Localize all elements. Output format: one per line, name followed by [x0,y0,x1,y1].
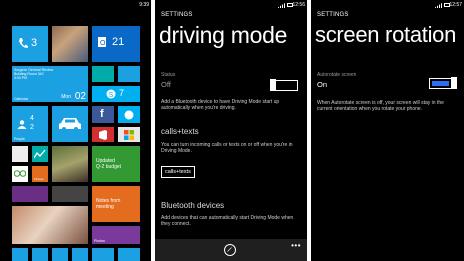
chart-icon [34,149,46,159]
tile-small-2[interactable] [118,66,140,82]
status-bar: 12:57 [311,0,464,10]
tile-small-1[interactable] [92,66,114,82]
signal-icon [434,3,442,8]
toggle-knob [270,79,276,91]
calendar-time: 3:00 PM [14,76,28,80]
tile-bottom-3[interactable] [52,248,68,261]
autorotate-toggle[interactable] [429,77,457,89]
toggle-knob [451,77,457,89]
tile-bottom-4[interactable] [72,248,88,261]
tile-photo-small[interactable] [52,186,88,202]
tile-photos[interactable]: Photos [92,226,140,244]
signal-icon [277,3,285,8]
status-time: 9:39 [139,2,149,8]
people-label: People [14,137,25,141]
tile-photo-group[interactable] [52,146,88,182]
skype-small-icon [124,110,134,120]
skype-count: 7 [119,88,125,98]
bluetooth-heading: Bluetooth devices [161,201,225,210]
notes-name: meeting [96,204,114,210]
car-icon [59,118,81,131]
tile-tripadvisor[interactable] [12,166,28,182]
autorotate-description: When Autorotate screen is off, your scre… [317,100,444,112]
svg-text:S: S [109,92,114,99]
toggle-fill [432,81,449,86]
tile-bottom-1[interactable] [12,248,28,261]
add-device-button[interactable] [224,244,236,256]
outlook-count: 21 [112,36,125,48]
calendar-label: Calendar [14,97,29,101]
autorotate-value: On [317,80,328,89]
driving-description: Add a Bluetooth device to have Driving M… [161,99,280,111]
tile-phone[interactable]: 3 [12,26,48,62]
calls-texts-button[interactable]: calls+texts [161,166,195,178]
tile-office[interactable] [92,127,114,142]
people-icon [17,120,27,129]
tile-people-photo[interactable] [52,26,88,62]
screen-rotation-screen: 12:57 SETTINGS screen rotation Autorotat… [311,0,464,261]
driving-mode-toggle[interactable] [270,79,298,91]
tile-outlook[interactable]: O 21 [92,26,140,62]
calendar-day: Mon [61,94,71,100]
tile-skype[interactable]: S 7 [92,86,140,102]
fitness-label: Fitness [34,177,44,181]
driving-mode-screen: 12:56 SETTINGS driving mode Status Off A… [155,0,307,261]
status-bar: 9:39 [0,0,151,10]
svg-text:O: O [100,40,106,47]
outlook-icon: O [98,37,106,47]
tile-car[interactable] [52,106,88,142]
bluetooth-description: Add devices that can automatically start… [161,215,294,227]
tile-messaging[interactable]: 4 2 People [12,106,48,142]
skype-icon: S [106,89,116,99]
settings-header: SETTINGS [317,12,349,18]
tile-stocks[interactable] [32,146,48,162]
compass-icon [227,247,232,252]
more-icon[interactable]: ••• [291,241,301,250]
store-icon [124,130,134,140]
settings-header: SETTINGS [161,12,193,18]
tile-bottom-6[interactable] [118,248,140,261]
photos-label: Photos [94,239,105,243]
calls-texts-heading: calls+texts [161,127,199,136]
status-time: 12:56 [292,2,305,8]
tile-office-doc[interactable]: Updated Q-2 budget [92,146,140,182]
tile-bottom-5[interactable] [92,248,114,261]
status-bar: 12:56 [155,0,307,10]
tile-bottom-2[interactable] [32,248,48,261]
tile-facebook[interactable]: f [92,106,114,123]
autorotate-label: Autorotate screen [317,72,357,78]
owl-icon [14,170,26,177]
status-time: 12:57 [449,2,462,8]
tile-calendar[interactable]: Surgeon General Review Building Room 342… [12,66,88,102]
messaging-count: 4 [30,115,34,122]
start-screen: 9:39 3 O 21 Surgeon General Review Build… [0,0,151,261]
tile-skype-small[interactable] [118,106,140,123]
page-title: screen rotation [315,22,457,47]
status-label: Status [161,72,176,78]
facebook-icon: f [100,108,104,120]
page-title: driving mode [159,22,288,48]
office-icon [99,130,107,140]
tile-game[interactable] [12,146,28,162]
status-value: Off [161,80,171,89]
phone-icon [19,38,28,48]
tile-purple[interactable] [12,186,48,202]
tile-photo-woman[interactable] [12,206,88,244]
tile-notes[interactable]: Notes from meeting [92,186,140,222]
tile-fitness[interactable]: Fitness [32,166,48,182]
calls-texts-description: You can turn incoming calls or texts on … [161,142,293,154]
calendar-date: 02 [74,91,86,102]
office-doc-name: Q-2 budget [96,164,122,170]
tile-store[interactable] [118,127,140,142]
phone-count: 3 [31,37,38,49]
app-bar: ••• [155,239,307,261]
messaging-count-2: 2 [30,124,34,131]
